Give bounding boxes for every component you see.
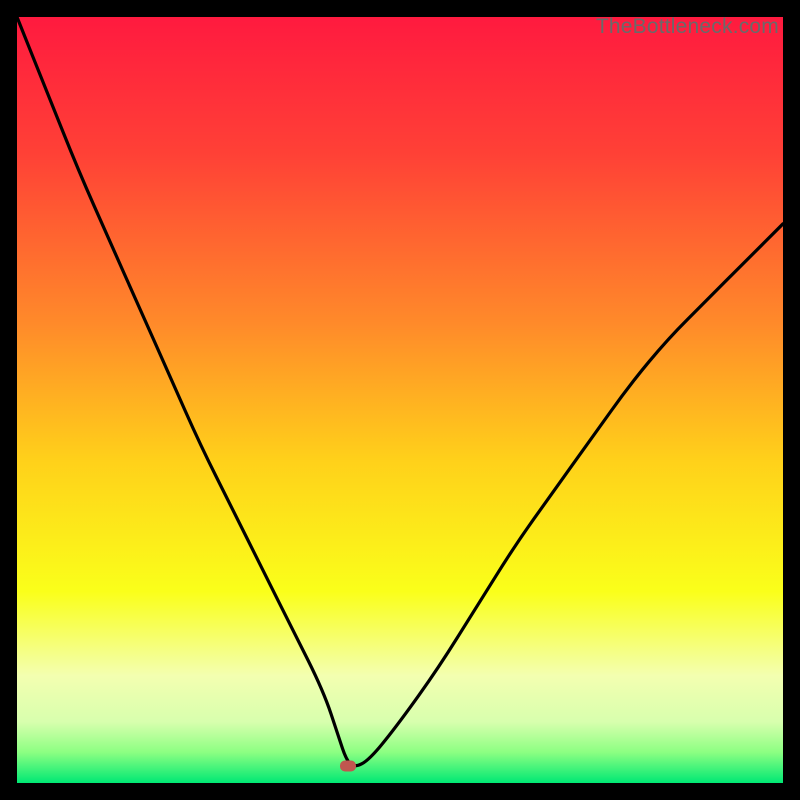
bottleneck-marker — [340, 761, 356, 772]
chart-svg — [17, 17, 783, 783]
chart-frame: TheBottleneck.com — [17, 17, 783, 783]
watermark-text: TheBottleneck.com — [596, 15, 779, 39]
gradient-rect — [17, 17, 783, 783]
